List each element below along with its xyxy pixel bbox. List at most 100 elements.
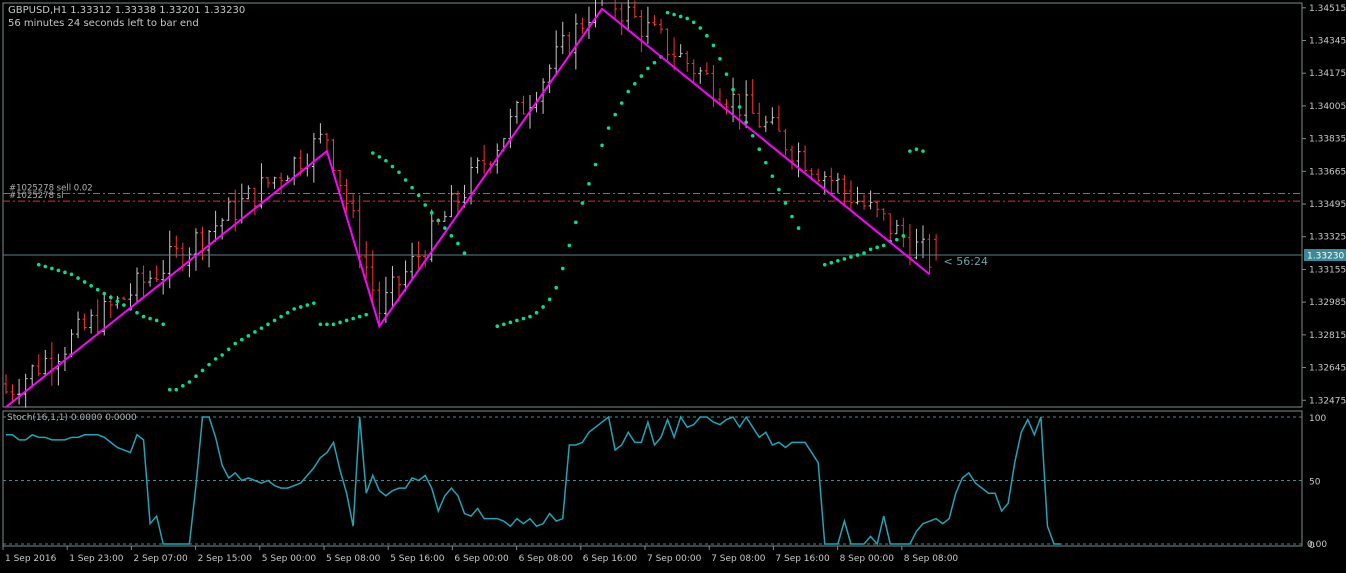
- sar-dot-119: [862, 251, 866, 255]
- sar-dot-7: [82, 280, 87, 284]
- price-tick-5: 1.33665: [1309, 167, 1346, 177]
- sar-dot-112: [796, 226, 801, 230]
- sar-dot-22: [181, 384, 185, 388]
- price-tick-11: 1.32645: [1309, 364, 1346, 374]
- sar-dot-88: [639, 74, 644, 78]
- sar-dot-10: [102, 291, 107, 296]
- time-tick-11: 7 Sep 08:00: [711, 554, 766, 564]
- sar-dot-55: [397, 170, 401, 175]
- sar-dot-74: [547, 297, 552, 302]
- sar-dot-68: [508, 320, 513, 325]
- sar-dot-37: [279, 314, 283, 319]
- chart-window[interactable]: #1025278 sell 0.02 #1025278 sl < 56:24 1.34…: [0, 0, 1346, 569]
- time-tick-6: 5 Sep 16:00: [390, 554, 445, 564]
- time-tick-1: 1 Sep 23:00: [69, 554, 124, 564]
- sar-dot-27: [213, 357, 218, 361]
- sar-dot-41: [305, 303, 310, 307]
- stoch-level-label-50: 50: [1309, 478, 1321, 488]
- sar-dot-40: [298, 305, 303, 309]
- sar-dot-6: [76, 276, 80, 280]
- stop-loss-label: #1025278 sl: [9, 191, 63, 201]
- sar-dot-21: [174, 387, 179, 392]
- sar-dot-43: [318, 322, 323, 327]
- price-tick-12: 1.32475: [1309, 396, 1346, 406]
- sar-dot-87: [633, 82, 637, 86]
- sar-dot-39: [292, 307, 297, 311]
- sar-dot-18: [154, 318, 159, 323]
- sar-dot-36: [272, 318, 277, 323]
- sar-dot-120: [868, 247, 873, 252]
- sar-dot-3: [56, 268, 61, 273]
- sar-dot-23: [187, 380, 192, 384]
- sar-dot-45: [331, 322, 336, 327]
- sar-dot-114: [829, 260, 834, 265]
- sar-dot-116: [842, 257, 847, 261]
- sar-dot-89: [646, 66, 650, 71]
- time-tick-0: 1 Sep 2016: [5, 554, 57, 564]
- sar-dot-12: [115, 299, 120, 303]
- sar-dot-48: [351, 316, 355, 321]
- sar-dot-58: [416, 193, 421, 198]
- sar-dot-117: [849, 255, 853, 259]
- sar-dot-46: [338, 320, 342, 325]
- sar-dot-4: [63, 270, 67, 275]
- price-tick-9: 1.32985: [1309, 298, 1346, 308]
- sar-dot-102: [731, 87, 735, 92]
- sar-dot-92: [665, 10, 670, 15]
- sar-dot-127: [914, 147, 919, 152]
- price-tick-10: 1.32815: [1309, 331, 1346, 341]
- stoch-level-label-extra: 0.00: [1307, 540, 1327, 550]
- sar-dot-2: [50, 266, 54, 271]
- sar-dot-72: [534, 310, 539, 315]
- sar-dot-126: [908, 149, 912, 153]
- sar-dot-64: [456, 241, 460, 246]
- sar-dot-32: [246, 334, 251, 338]
- sar-dot-42: [312, 301, 316, 305]
- sar-dot-35: [266, 322, 270, 327]
- stoch-label: Stoch(16,1,1) 0.0000 0.0000: [7, 413, 137, 423]
- sar-dot-8: [89, 284, 93, 288]
- sar-dot-73: [541, 305, 545, 309]
- sar-dot-111: [790, 214, 794, 219]
- sar-dot-56: [403, 178, 408, 182]
- sar-dot-63: [449, 233, 454, 238]
- sar-dot-78: [574, 220, 578, 225]
- sar-dot-29: [226, 347, 231, 352]
- sar-dot-0: [36, 262, 41, 267]
- time-tick-12: 7 Sep 16:00: [775, 554, 830, 564]
- sar-dot-77: [567, 243, 572, 248]
- sar-dot-60: [429, 210, 434, 215]
- sar-dot-84: [613, 112, 617, 117]
- sar-dot-61: [436, 218, 441, 223]
- sar-dot-66: [495, 324, 500, 329]
- sar-dot-76: [560, 266, 565, 271]
- sar-dot-108: [770, 174, 775, 178]
- sar-dot-110: [783, 201, 788, 205]
- sar-dot-57: [410, 185, 414, 190]
- sar-dot-99: [711, 43, 716, 48]
- zigzag-line: [5, 7, 931, 408]
- price-tick-8: 1.33155: [1309, 265, 1346, 275]
- sar-dot-67: [502, 322, 506, 327]
- sar-dot-113: [822, 262, 827, 267]
- price-tick-0: 1.34515: [1309, 4, 1346, 14]
- time-tick-13: 8 Sep 00:00: [840, 554, 895, 564]
- sar-dot-9: [95, 287, 100, 292]
- sar-dot-24: [194, 374, 198, 379]
- sar-dot-17: [148, 316, 152, 321]
- sar-dot-124: [895, 237, 899, 242]
- stoch-level-label-100: 100: [1309, 414, 1326, 424]
- main-chart-frame: [2, 2, 1303, 408]
- price-chart[interactable]: #1025278 sell 0.02#1025278 sl< 56:241.34…: [0, 0, 1346, 569]
- sar-dot-33: [253, 330, 257, 334]
- sar-dot-20: [167, 387, 172, 392]
- sar-dot-101: [724, 72, 729, 76]
- sar-dot-50: [364, 312, 369, 317]
- sar-dot-25: [200, 368, 205, 373]
- sar-dot-52: [377, 155, 382, 159]
- sar-dot-94: [678, 14, 683, 19]
- price-tick-7: 1.33325: [1309, 233, 1346, 243]
- time-tick-5: 5 Sep 08:00: [326, 554, 381, 564]
- sar-dot-11: [109, 295, 113, 300]
- sar-dot-115: [836, 258, 840, 263]
